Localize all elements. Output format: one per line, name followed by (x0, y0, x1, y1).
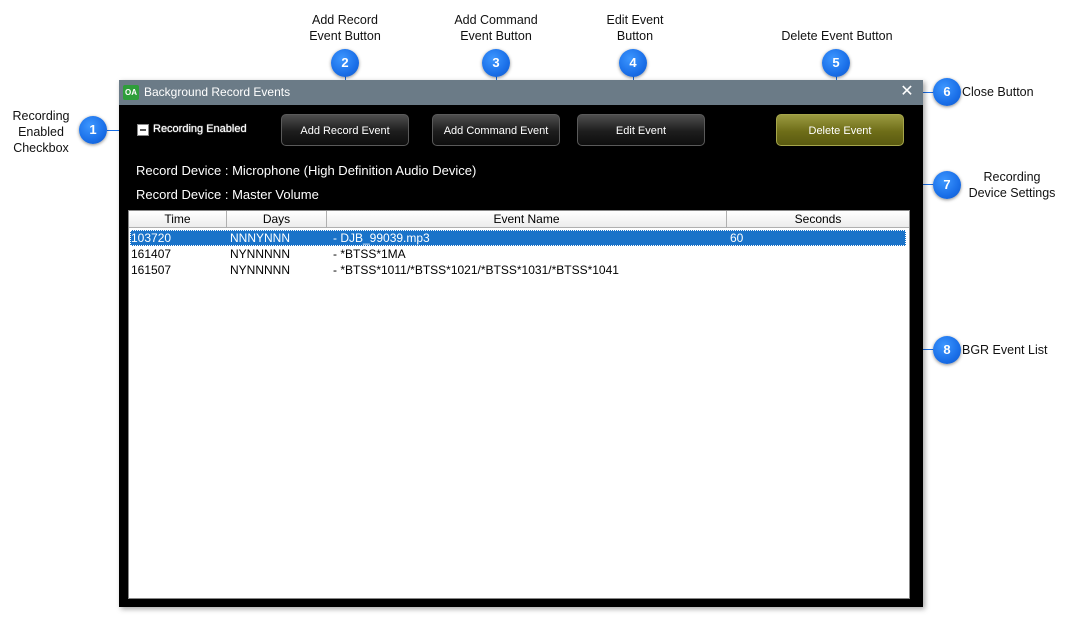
callout-3-label: Add Command Event Button (454, 13, 538, 43)
column-header-event-name[interactable]: Event Name (327, 211, 727, 228)
callout-7-label: Recording Device Settings (968, 170, 1056, 200)
callout-1-label: Recording Enabled Checkbox (12, 109, 70, 155)
cell-event-name: - *BTSS*1MA (333, 247, 406, 261)
add-command-event-button[interactable]: Add Command Event (432, 114, 560, 146)
callout-badge-4: 4 (619, 49, 647, 77)
column-header-time[interactable]: Time (129, 211, 227, 228)
cell-event-name: - DJB_99039.mp3 (333, 231, 430, 245)
cell-days: NNNYNNN (230, 231, 290, 245)
callout-badge-7: 7 (933, 171, 961, 199)
callout-badge-1: 1 (79, 116, 107, 144)
callout-badge-3: 3 (482, 49, 510, 77)
record-device-1[interactable]: Record Device : Microphone (High Definit… (136, 163, 476, 178)
callout-badge-5: 5 (822, 49, 850, 77)
edit-event-button[interactable]: Edit Event (577, 114, 705, 146)
bgr-event-list[interactable]: Time Days Event Name Seconds 103720 NNNY… (128, 210, 910, 599)
delete-event-button[interactable]: Delete Event (776, 114, 904, 146)
callout-8-label: BGR Event List (962, 343, 1048, 357)
column-header-days[interactable]: Days (227, 211, 327, 228)
background-record-events-window: OA Background Record Events ✕ Recording … (119, 80, 923, 607)
close-icon[interactable]: ✕ (899, 83, 915, 101)
app-logo-icon: OA (123, 85, 139, 100)
callout-badge-6: 6 (933, 78, 961, 106)
cell-seconds: 60 (730, 231, 744, 245)
callout-4-label: Edit Event Button (606, 13, 664, 43)
cell-days: NYNNNNN (230, 247, 290, 261)
add-record-event-button[interactable]: Add Record Event (281, 114, 409, 146)
callout-6-label: Close Button (962, 85, 1034, 99)
callout-2-label: Add Record Event Button (309, 13, 381, 43)
table-row[interactable]: 161407 NYNNNNN - *BTSS*1MA (130, 246, 906, 262)
cell-time: 161507 (131, 263, 172, 277)
recording-enabled-label[interactable]: Recording Enabled (153, 123, 247, 135)
callout-badge-8: 8 (933, 336, 961, 364)
callout-5-label: Delete Event Button (781, 29, 893, 43)
cell-event-name: - *BTSS*1011/*BTSS*1021/*BTSS*1031/*BTSS… (333, 263, 619, 277)
recording-enabled-checkbox[interactable] (137, 124, 149, 136)
column-header-seconds[interactable]: Seconds (727, 211, 909, 228)
record-device-2[interactable]: Record Device : Master Volume (136, 187, 319, 202)
table-row[interactable]: 103720 NNNYNNN - DJB_99039.mp3 60 (130, 230, 906, 246)
cell-time: 161407 (131, 247, 172, 261)
callout-badge-2: 2 (331, 49, 359, 77)
cell-time: 103720 (131, 231, 172, 245)
window-title: Background Record Events (144, 85, 291, 99)
cell-days: NYNNNNN (230, 263, 290, 277)
table-row[interactable]: 161507 NYNNNNN - *BTSS*1011/*BTSS*1021/*… (130, 262, 906, 278)
title-bar: OA Background Record Events ✕ (119, 80, 923, 105)
